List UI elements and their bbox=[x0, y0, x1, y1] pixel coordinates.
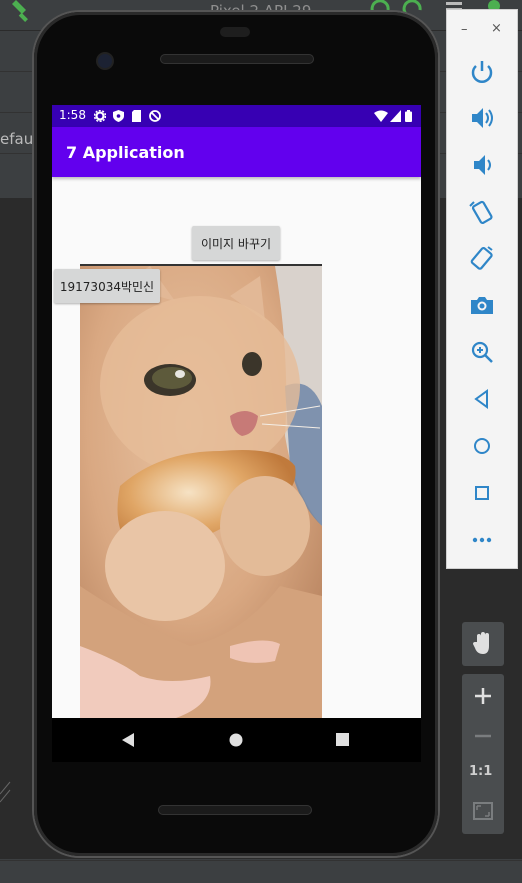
rotate-left-icon[interactable] bbox=[468, 198, 496, 226]
zoom-controls: 1:1 bbox=[462, 674, 504, 834]
hand-icon[interactable] bbox=[473, 632, 493, 654]
volume-down-icon[interactable] bbox=[468, 151, 496, 179]
camera-icon[interactable] bbox=[468, 291, 496, 319]
app-title: 7 Application bbox=[66, 143, 185, 162]
home-icon[interactable] bbox=[468, 432, 496, 460]
build-hammer-icon[interactable] bbox=[8, 0, 32, 22]
minimize-button[interactable]: – bbox=[461, 22, 468, 37]
name-button[interactable]: 19173034박민신 bbox=[54, 269, 160, 303]
close-button[interactable]: × bbox=[491, 21, 502, 36]
pan-tool[interactable] bbox=[462, 622, 504, 666]
wifi-icon bbox=[374, 110, 388, 122]
zoom-ratio-button[interactable]: 1:1 bbox=[469, 764, 492, 779]
emulator-toolbar: – × bbox=[446, 9, 518, 569]
back-icon[interactable] bbox=[468, 385, 496, 413]
volume-up-icon[interactable] bbox=[468, 104, 496, 132]
overview-icon[interactable] bbox=[468, 479, 496, 507]
change-image-button[interactable]: 이미지 바꾸기 bbox=[192, 226, 280, 260]
back-nav-icon[interactable] bbox=[122, 733, 136, 747]
shield-icon bbox=[113, 110, 124, 122]
cat-image bbox=[80, 264, 322, 718]
battery-icon bbox=[405, 110, 412, 122]
divider-lines bbox=[0, 781, 11, 803]
ide-status-bar bbox=[0, 860, 522, 883]
top-sensor bbox=[220, 27, 250, 37]
more-icon[interactable] bbox=[468, 526, 496, 554]
settings-icon bbox=[94, 110, 106, 122]
front-camera bbox=[98, 54, 112, 68]
power-icon[interactable] bbox=[468, 58, 496, 86]
recents-nav-icon[interactable] bbox=[336, 733, 349, 746]
zoom-icon[interactable] bbox=[468, 338, 496, 366]
signal-icon bbox=[390, 110, 401, 122]
app-bar: 7 Application bbox=[52, 127, 421, 177]
phone-frame: 1:58 7 Application 이미지 바꾸기 19173034박민신 bbox=[34, 12, 438, 856]
phone-screen: 1:58 7 Application 이미지 바꾸기 19173034박민신 bbox=[52, 105, 421, 718]
navigation-bar bbox=[52, 718, 421, 762]
status-time: 1:58 bbox=[59, 108, 86, 122]
earpiece-speaker bbox=[160, 54, 314, 64]
status-bar: 1:58 bbox=[52, 105, 421, 127]
zoom-in-icon[interactable] bbox=[475, 688, 491, 704]
sd-card-icon bbox=[132, 110, 141, 122]
zoom-out-icon[interactable] bbox=[475, 734, 491, 738]
home-nav-icon[interactable] bbox=[229, 733, 243, 747]
bottom-speaker bbox=[158, 805, 312, 815]
rotate-right-icon[interactable] bbox=[468, 244, 496, 272]
ide-config-label: efau bbox=[0, 130, 34, 148]
fit-screen-icon[interactable] bbox=[473, 802, 493, 820]
data-saver-icon bbox=[149, 110, 161, 122]
